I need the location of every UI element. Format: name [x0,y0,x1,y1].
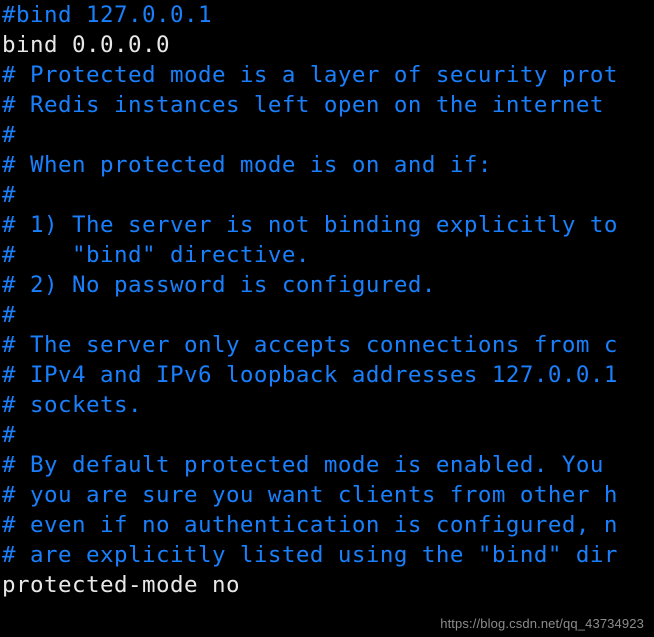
code-line[interactable]: # The server only accepts connections fr… [2,330,654,360]
code-line[interactable]: # 2) No password is configured. [2,270,654,300]
code-line[interactable]: # When protected mode is on and if: [2,150,654,180]
code-line[interactable]: # By default protected mode is enabled. … [2,450,654,480]
code-line[interactable]: # "bind" directive. [2,240,654,270]
code-line[interactable]: bind 0.0.0.0 [2,30,654,60]
code-line[interactable]: # [2,120,654,150]
code-line[interactable]: # IPv4 and IPv6 loopback addresses 127.0… [2,360,654,390]
code-text-area[interactable]: #bind 127.0.0.1 bind 0.0.0.0 # Protected m… [0,0,654,600]
code-line[interactable]: # 1) The server is not binding explicitl… [2,210,654,240]
code-line[interactable]: # are explicitly listed using the "bind"… [2,540,654,570]
code-line[interactable]: # you are sure you want clients from oth… [2,480,654,510]
code-line[interactable]: # sockets. [2,390,654,420]
code-line[interactable]: # [2,300,654,330]
code-line[interactable]: # [2,420,654,450]
code-line[interactable]: protected-mode no [2,570,654,600]
code-line[interactable]: #bind 127.0.0.1 [2,0,654,30]
code-line[interactable]: # Redis instances left open on the inter… [2,90,654,120]
csdn-watermark: https://blog.csdn.net/qq_43734923 [440,616,644,631]
code-line[interactable]: # [2,180,654,210]
code-line[interactable]: # Protected mode is a layer of security … [2,60,654,90]
terminal-window[interactable]: #bind 127.0.0.1 bind 0.0.0.0 # Protected m… [0,0,654,637]
code-line[interactable]: # even if no authentication is configure… [2,510,654,540]
